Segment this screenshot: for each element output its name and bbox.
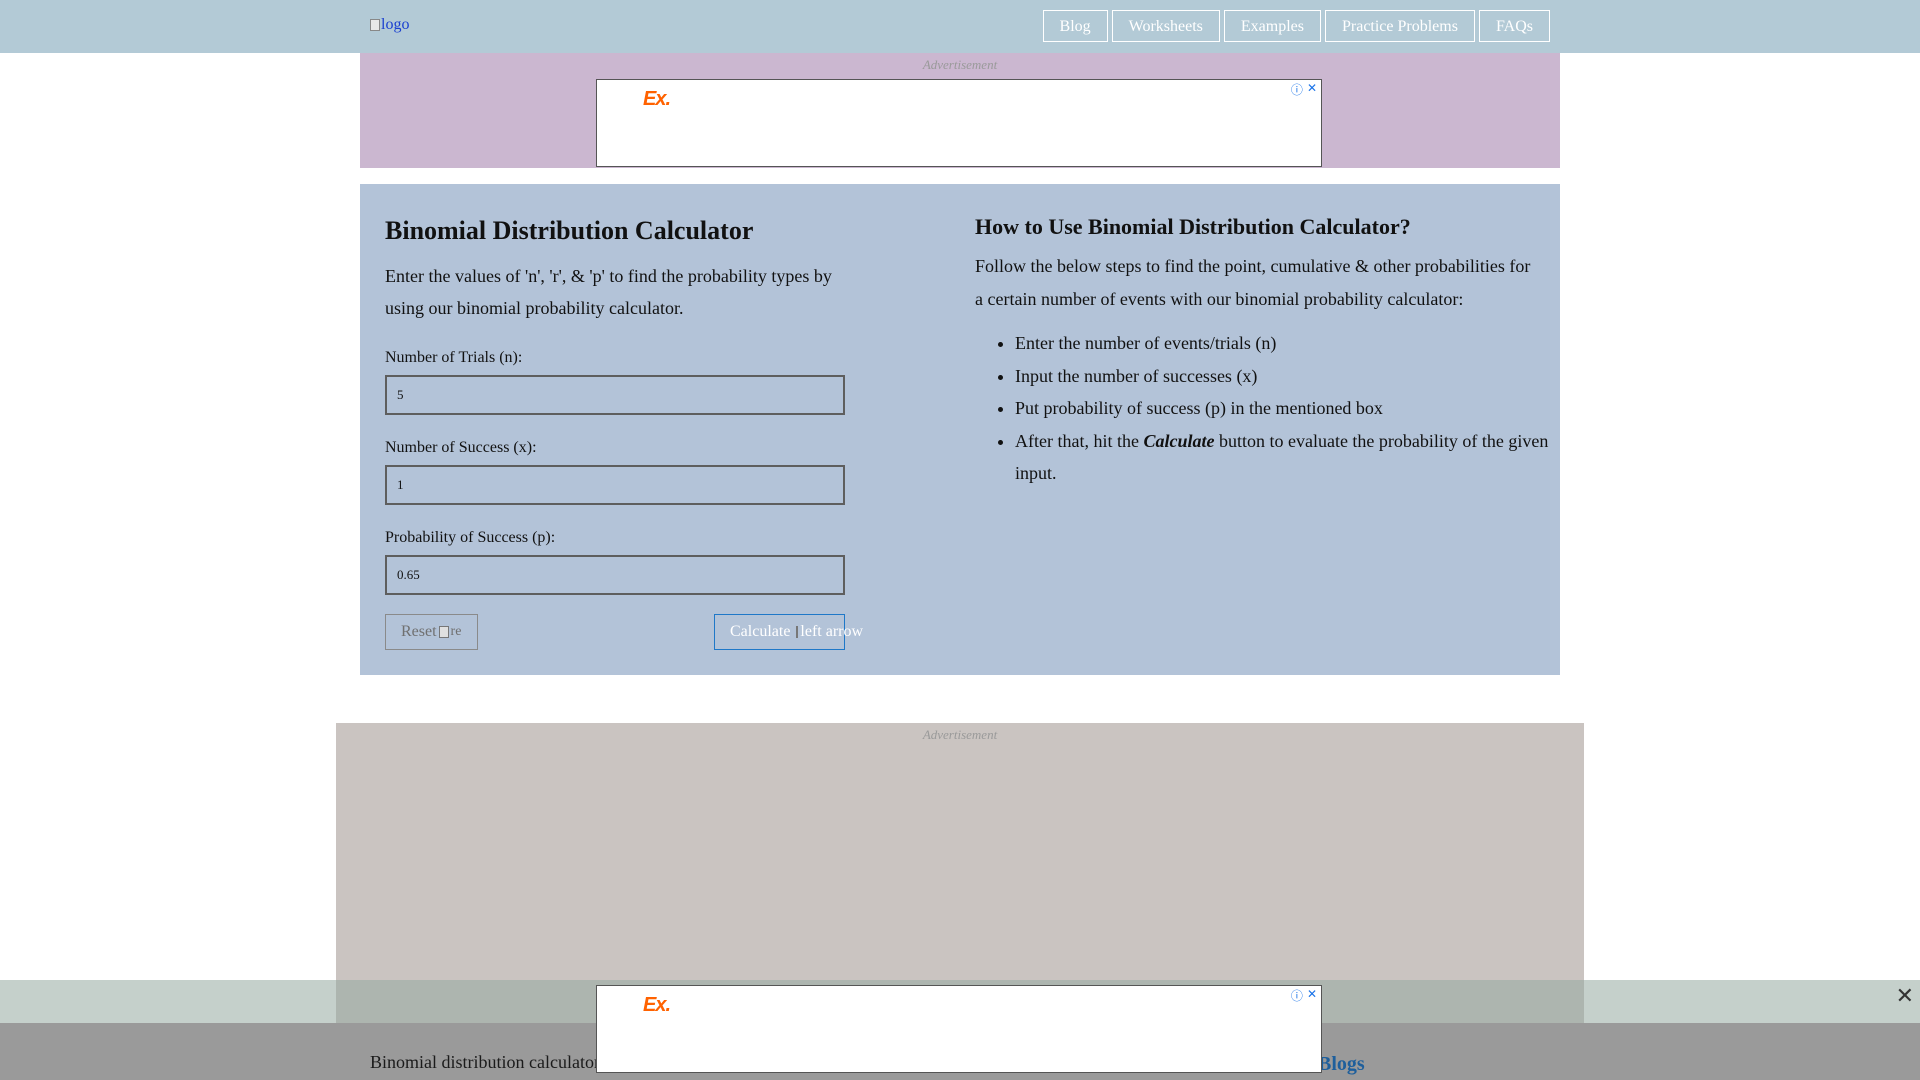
top-navbar: logo Blog Worksheets Examples Practice P… <box>0 0 1920 53</box>
left-arrow-icon <box>796 626 799 638</box>
trials-input[interactable] <box>385 375 845 415</box>
sticky-ad-banner[interactable]: Ex. ⓘ ✕ <box>596 985 1322 1073</box>
nav-practice-problems[interactable]: Practice Problems <box>1324 10 1475 42</box>
list-item: Input the number of successes (x) <box>1015 360 1575 393</box>
footer-blogs-link[interactable]: Blogs <box>1318 1053 1365 1076</box>
howto-steps: Enter the number of events/trials (n) In… <box>975 327 1575 490</box>
ad-close-icon[interactable]: ✕ <box>1307 81 1317 98</box>
nav-examples[interactable]: Examples <box>1223 10 1321 42</box>
ad-brand-logo: Ex. <box>643 994 671 1016</box>
ad-brand-logo: Ex. <box>643 88 671 110</box>
trials-label: Number of Trials (n): <box>385 349 523 366</box>
list-item: After that, hit the Calculate button to … <box>1015 425 1575 490</box>
footer-text: Binomial distribution calculator <box>370 1052 600 1072</box>
reset-icon-alt: re <box>450 624 462 639</box>
broken-image-icon <box>370 19 380 31</box>
calculate-icon-alt: left arrow <box>800 623 864 640</box>
close-icon[interactable]: ✕ <box>1896 982 1914 1012</box>
probability-input[interactable] <box>385 555 845 595</box>
calculate-button-label: Calculate <box>730 623 791 640</box>
howto-title: How to Use Binomial Distribution Calcula… <box>975 214 1411 239</box>
top-advertisement: Advertisement Ex. ⓘ ✕ <box>360 53 1560 168</box>
ad-banner[interactable]: Ex. ⓘ ✕ <box>596 79 1322 167</box>
step-text: After that, hit the <box>1015 430 1139 451</box>
site-logo[interactable]: logo <box>370 16 409 34</box>
ad-controls: ⓘ ✕ <box>1291 81 1317 98</box>
calculator-panel: Binomial Distribution Calculator Enter t… <box>360 184 1560 675</box>
ad-info-icon[interactable]: ⓘ <box>1291 987 1303 1004</box>
nav-links: Blog Worksheets Examples Practice Proble… <box>1042 10 1550 42</box>
calculator-description: Enter the values of 'n', 'r', & 'p' to f… <box>385 266 832 318</box>
success-input[interactable] <box>385 465 845 505</box>
list-item: Enter the number of events/trials (n) <box>1015 327 1575 360</box>
step-emphasis: Calculate <box>1143 430 1215 451</box>
nav-blog[interactable]: Blog <box>1042 10 1108 42</box>
ad-close-icon[interactable]: ✕ <box>1307 987 1317 1004</box>
calculate-button[interactable]: Calculate left arrow <box>714 614 863 650</box>
ad-label: Advertisement <box>922 727 998 742</box>
calculator-title: Binomial Distribution Calculator <box>385 216 754 245</box>
reset-button[interactable]: Reset re <box>385 614 478 650</box>
probability-label: Probability of Success (p): <box>385 529 556 546</box>
ad-controls: ⓘ ✕ <box>1291 987 1317 1004</box>
logo-alt-text: logo <box>381 16 410 33</box>
reset-icon <box>438 626 449 638</box>
ad-label: Advertisement <box>922 57 998 72</box>
nav-worksheets[interactable]: Worksheets <box>1111 10 1220 42</box>
howto-description: Follow the below steps to find the point… <box>975 256 1531 309</box>
success-label: Number of Success (x): <box>385 439 537 456</box>
ad-info-icon[interactable]: ⓘ <box>1291 81 1303 98</box>
list-item: Put probability of success (p) in the me… <box>1015 392 1575 425</box>
nav-faqs[interactable]: FAQs <box>1478 10 1550 42</box>
reset-button-label: Reset <box>401 623 437 640</box>
